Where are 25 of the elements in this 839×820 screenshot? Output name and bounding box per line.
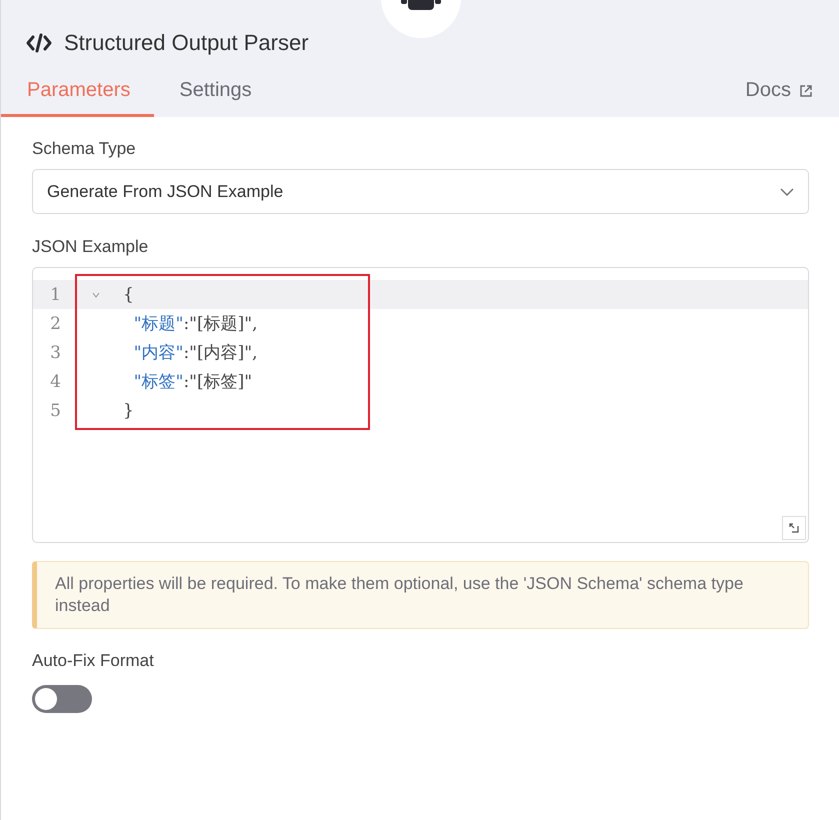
expand-icon[interactable] — [782, 516, 806, 540]
auto-fix-toggle[interactable] — [32, 685, 92, 713]
docs-link[interactable]: Docs — [745, 79, 839, 117]
line-number: 2 — [49, 314, 61, 334]
code-line: "内容":"[内容]", — [132, 342, 258, 364]
schema-type-dropdown[interactable]: Generate From JSON Example — [32, 169, 809, 214]
line-number: 3 — [49, 342, 61, 362]
external-link-icon — [799, 84, 813, 98]
code-icon — [26, 33, 52, 53]
field-label: Auto-Fix Format — [32, 651, 155, 671]
tab[interactable]: Parameters — [1, 69, 154, 117]
line-number: 1 — [49, 284, 61, 304]
code-line: "标签":"[标签]" — [132, 371, 252, 393]
tab[interactable]: Settings — [154, 69, 276, 117]
code-line: } — [123, 400, 134, 420]
notice-text: All properties will be required. To make them optional, use the 'JSON Schema' schema type instead — [32, 561, 809, 629]
field-label: JSON Example — [32, 237, 150, 257]
code-line: "标题":"[标题]", — [132, 313, 258, 335]
code-line: { — [123, 284, 134, 304]
line-number: 5 — [49, 400, 61, 420]
code-editor[interactable]: 1 { 2 "标题":"[标题]", 3 "内容":"[内容]", 4 "标签":"[标签]" 5 } — [32, 267, 809, 543]
chevron-down-icon — [780, 188, 794, 196]
line-number: 4 — [49, 372, 61, 392]
panel-title: Structured Output Parser — [64, 30, 309, 56]
field-label: Schema Type — [32, 139, 137, 159]
